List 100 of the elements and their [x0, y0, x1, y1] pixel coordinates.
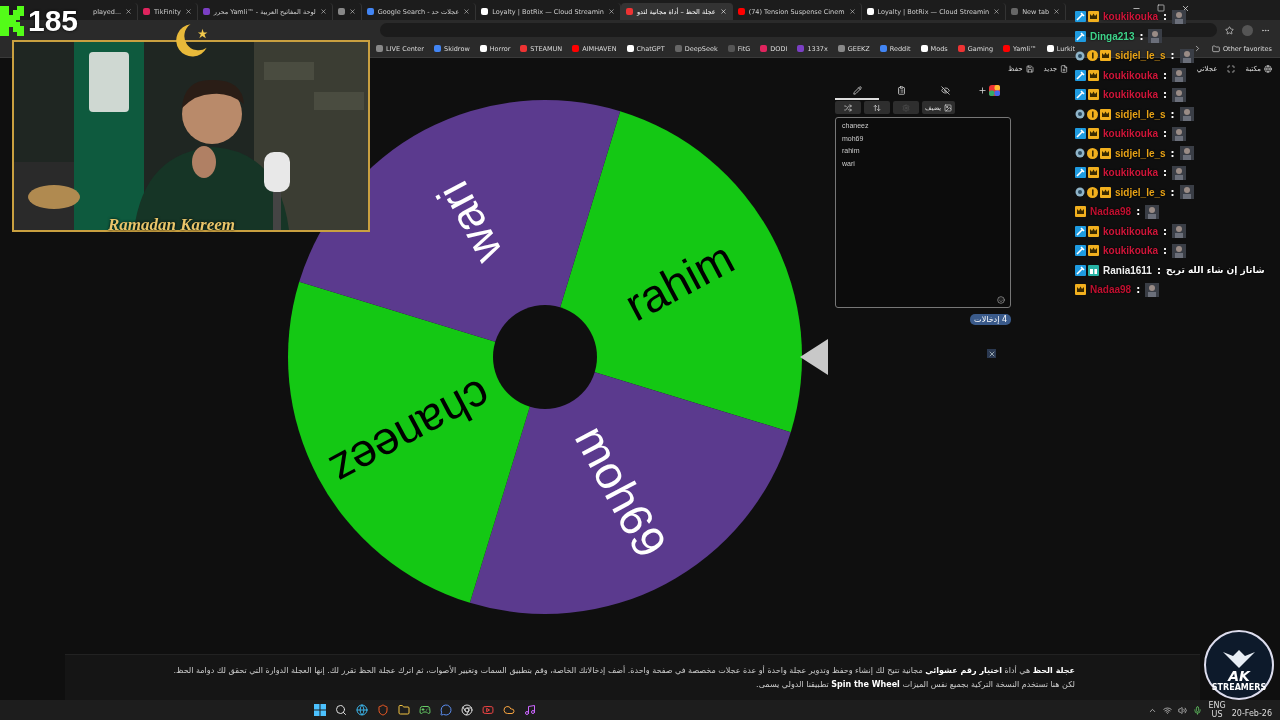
- microphone-icon[interactable]: [1193, 705, 1203, 715]
- close-icon: [184, 8, 192, 15]
- crown-badge-icon: [1088, 11, 1099, 23]
- shuffle-icon: [844, 103, 852, 112]
- editor-button[interactable]: [835, 101, 861, 114]
- favicon-icon: [866, 8, 874, 15]
- gear-badge-icon: [1075, 187, 1085, 198]
- save-icon: [1025, 65, 1034, 73]
- crown-badge-icon: [1088, 245, 1099, 257]
- slice-label: wari: [426, 173, 512, 273]
- chat-icon[interactable]: [440, 704, 452, 716]
- chat-username: koukikouka: [1103, 11, 1159, 23]
- search-icon[interactable]: [335, 704, 347, 716]
- crown-badge-icon: [1100, 147, 1111, 159]
- emote-icon: [1172, 87, 1187, 102]
- clipboard-icon: [896, 85, 906, 95]
- image-icon: [944, 103, 953, 112]
- chat-colon: :: [1163, 167, 1168, 179]
- chat-colon: :: [1170, 186, 1175, 198]
- gamepad-icon[interactable]: [419, 704, 431, 716]
- crown-badge-icon: [1088, 89, 1099, 101]
- emoji-icon[interactable]: [997, 296, 1005, 304]
- favicon-icon: [737, 8, 745, 15]
- crown-badge-icon: [1088, 128, 1099, 140]
- chat-username: Dinga213: [1090, 30, 1135, 42]
- gear-badge-icon: [1075, 109, 1085, 120]
- cloud-icon[interactable]: [503, 704, 515, 716]
- palette-icon: [989, 84, 1000, 96]
- description-text: عجلة الحظ هي أداة اختيار رقم عشوائي مجانية تتيح لك إنشاء وحفظ وتدوير عجلة واحدة أو عدة عجلات مخصصة في صفحة واحدة. أضف إدخالاتك الخاصة، وقم بتطبيق السمات وتغيير الأصوات، ثم اترك عجلة الحظ تقرر لك. إنها العجلة الدوارة التي تحقق لك دوامة الحظ.: [172, 666, 1075, 675]
- crown-badge-icon: [1100, 108, 1111, 120]
- chat-username: koukikouka: [1103, 89, 1159, 101]
- favicon-icon: [625, 8, 633, 15]
- emote-icon: [1179, 146, 1194, 161]
- emote-icon: [1172, 68, 1187, 83]
- date-text[interactable]: 20-Feb-26: [1231, 709, 1272, 718]
- crown-badge-icon: [1100, 186, 1111, 198]
- chat-username: Nadaa98: [1090, 206, 1132, 218]
- emote-icon: [1179, 185, 1194, 200]
- crown-badge-icon: [1088, 167, 1099, 179]
- favicon-icon: [366, 8, 374, 15]
- chat-colon: :: [1170, 108, 1175, 120]
- language-text[interactable]: ENG: [1208, 701, 1226, 710]
- wheel-hub[interactable]: [493, 305, 597, 409]
- pencil-icon: [852, 85, 862, 95]
- maximize-icon[interactable]: [1157, 3, 1165, 12]
- emote-icon: [1172, 243, 1187, 258]
- wrench-badge-icon: [1075, 11, 1086, 23]
- entry-count: 4 إدخالات: [970, 314, 1011, 325]
- close-icon: [348, 8, 356, 15]
- emote-icon: [1145, 204, 1160, 219]
- chat-username: Nadaa98: [1090, 284, 1132, 296]
- video-icon[interactable]: [482, 704, 494, 716]
- region-text[interactable]: US: [1208, 710, 1226, 719]
- gear-icon: [902, 103, 910, 112]
- emote-icon: [1179, 107, 1194, 122]
- chat-username: sidjel_le_s: [1115, 147, 1166, 159]
- ramadan-banner-text: Ramadan Kareem: [108, 215, 236, 235]
- wrench-badge-icon: [1075, 245, 1086, 257]
- wrench-badge-icon: [1075, 167, 1086, 179]
- crown-badge-icon: [1075, 206, 1086, 218]
- close-button[interactable]: [987, 349, 996, 358]
- favicon-icon: [1011, 8, 1019, 15]
- chat-username: koukikouka: [1103, 167, 1159, 179]
- editor-button[interactable]: [864, 101, 890, 114]
- chat-username: sidjel_le_s: [1115, 186, 1166, 198]
- chat-colon: :: [1163, 128, 1168, 140]
- chat-username: koukikouka: [1103, 128, 1159, 140]
- chat-username: sidjel_le_s: [1115, 50, 1166, 62]
- close-icon: [607, 8, 615, 15]
- wifi-icon[interactable]: [1163, 705, 1173, 715]
- chat-colon: :: [1136, 284, 1141, 296]
- wrench-badge-icon: [1075, 30, 1086, 42]
- gift-badge-icon: [1088, 264, 1099, 276]
- windows-start-icon[interactable]: [314, 704, 326, 716]
- emote-icon: [1145, 282, 1160, 297]
- crown-badge-icon: [1075, 284, 1086, 296]
- music-icon[interactable]: [524, 704, 536, 716]
- emote-icon: [1172, 224, 1187, 239]
- slice-label: rahim: [616, 231, 743, 332]
- logo-initials: AK: [1228, 670, 1250, 683]
- chrome-icon[interactable]: [461, 704, 473, 716]
- wrench-badge-icon: [1075, 225, 1086, 237]
- folder-icon: [1211, 44, 1220, 53]
- browser-icon[interactable]: [356, 704, 368, 716]
- fullscreen-icon: [1227, 65, 1236, 73]
- toolbar-button[interactable]: [1227, 65, 1236, 73]
- chat-username: sidjel_le_s: [1115, 108, 1166, 120]
- crown-badge-icon: [1100, 50, 1111, 62]
- chat-colon: :: [1163, 225, 1168, 237]
- close-icon: [319, 8, 327, 15]
- chat-colon: :: [1170, 50, 1175, 62]
- speaker-icon[interactable]: [1178, 705, 1188, 715]
- shield-icon[interactable]: [377, 704, 389, 716]
- folder-icon[interactable]: [398, 704, 410, 716]
- chat-colon: :: [1163, 69, 1168, 81]
- wrench-badge-icon: [1075, 128, 1086, 140]
- favicon-icon: [337, 8, 345, 15]
- chat-colon: :: [1136, 206, 1141, 218]
- plus-icon: [978, 85, 987, 95]
- favorite-icon[interactable]: [1225, 25, 1234, 35]
